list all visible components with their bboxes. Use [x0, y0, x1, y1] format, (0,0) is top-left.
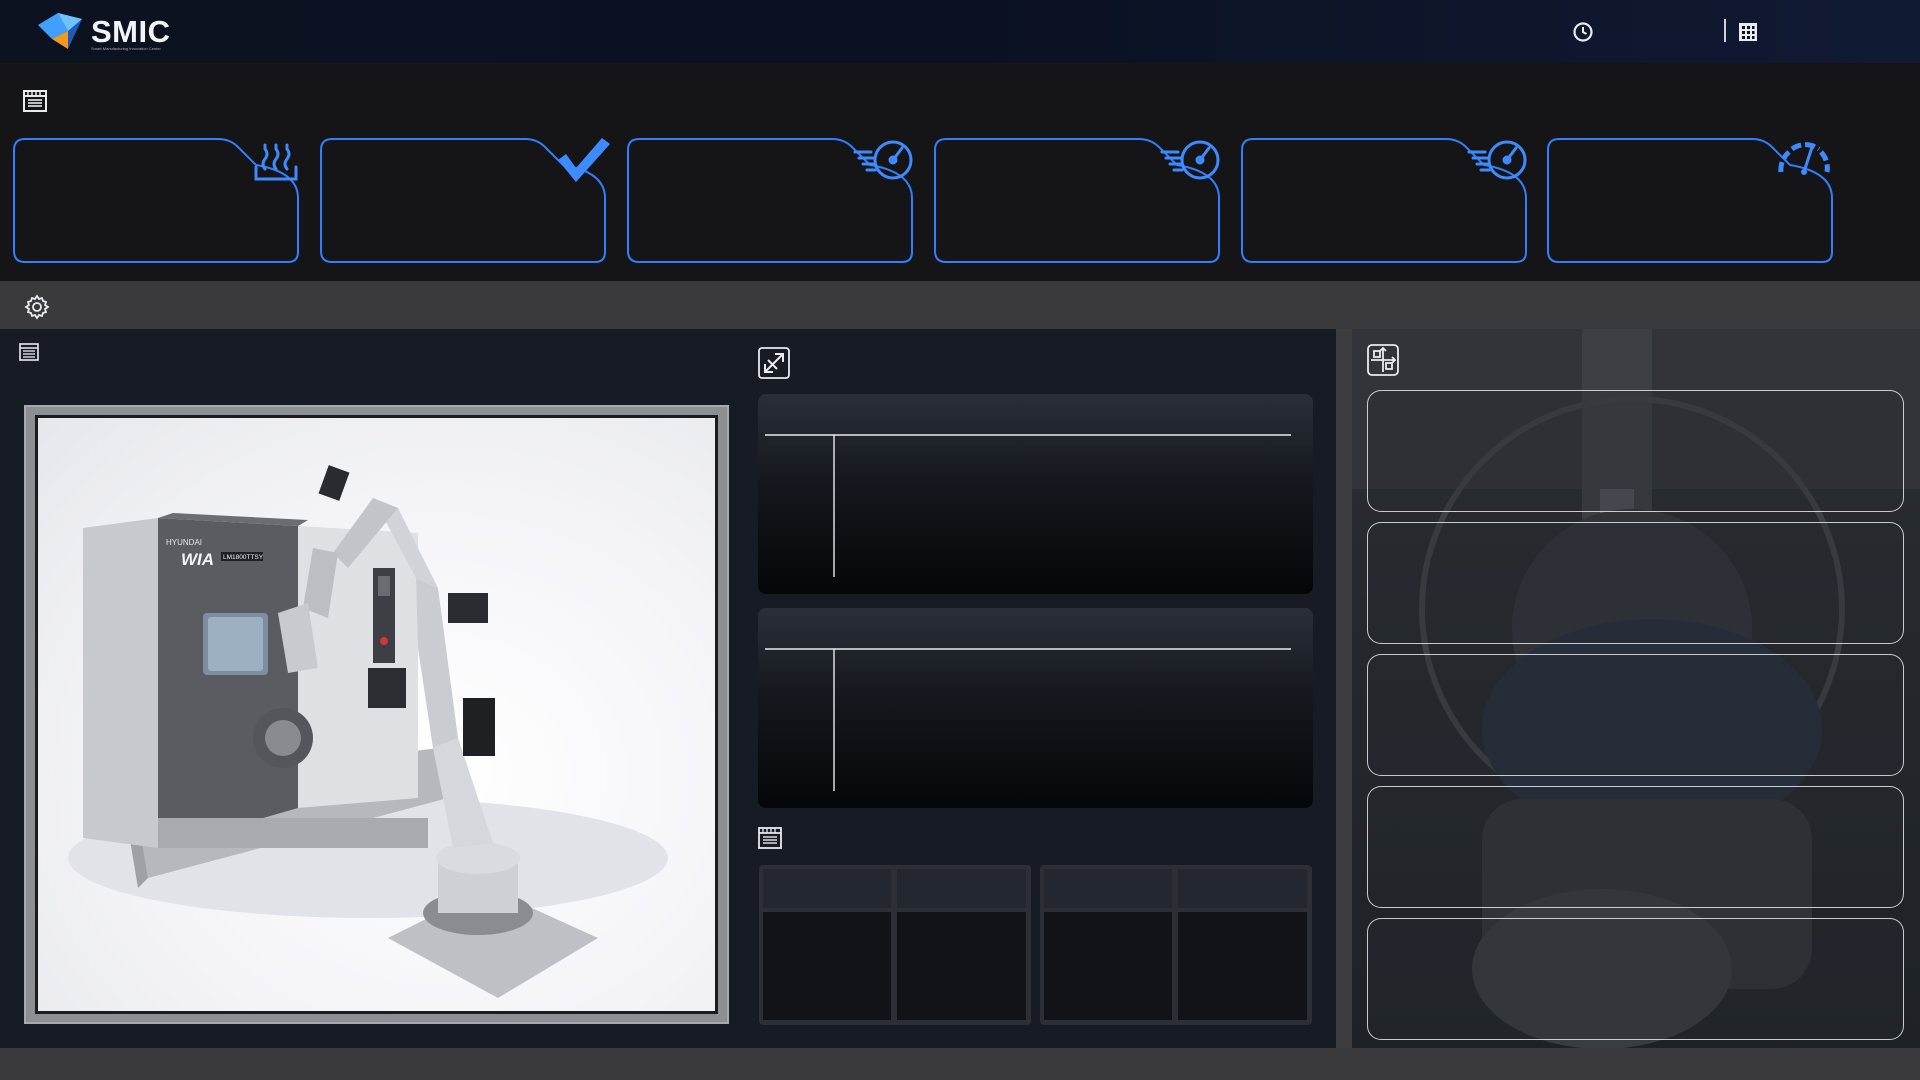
cabinet-logo: WIA [181, 550, 214, 569]
header-divider [1724, 19, 1726, 42]
table-cell [1178, 912, 1307, 1020]
table-cell [1044, 912, 1172, 1020]
chart-axes [765, 648, 1291, 791]
trend-chart-2 [758, 608, 1313, 808]
gear-icon[interactable] [24, 294, 50, 320]
table-cell [763, 912, 891, 1020]
kpi-card-speed-3[interactable] [1241, 138, 1527, 263]
kpi-card-check[interactable] [320, 138, 610, 263]
kpi-card-gauge[interactable] [1547, 138, 1833, 263]
list-icon [19, 343, 39, 361]
kpi-card-speed-1[interactable] [627, 138, 913, 263]
trend-chart-1 [758, 394, 1313, 594]
axis-status-box-1 [1367, 390, 1904, 512]
speed-dial-icon [853, 140, 913, 180]
list-icon [758, 827, 782, 849]
kpi-card-speed-2[interactable] [934, 138, 1220, 263]
bottom-bar [0, 1048, 1920, 1080]
axis-status-box-5 [1367, 918, 1904, 1040]
kpi-card-heat[interactable] [13, 138, 299, 263]
top-header-bar [0, 0, 1920, 63]
table-header-cell [1178, 869, 1307, 908]
table-header-cell [1044, 869, 1172, 908]
cnc-robot-illustration: HYUNDAI WIA LM1800TTSY [68, 465, 668, 998]
table-cell [897, 912, 1026, 1020]
axis-status-box-3 [1367, 654, 1904, 776]
building-icon[interactable] [1737, 21, 1759, 43]
gauge-icon [1778, 142, 1830, 175]
checkmark-icon [558, 138, 610, 182]
speed-dial-icon [1160, 140, 1220, 180]
speed-dial-icon [1467, 140, 1527, 180]
axis-crosshair-icon[interactable] [1367, 344, 1399, 376]
status-table-left [759, 865, 1031, 1025]
machine-photo: HYUNDAI WIA LM1800TTSY [35, 415, 718, 1014]
brand-tagline: Smart Manufacturing Innovation Center [91, 46, 161, 51]
section-divider-bar [0, 281, 1920, 329]
table-header-cell [897, 869, 1026, 908]
heat-icon [254, 143, 298, 181]
cabinet-model: LM1800TTSY [223, 554, 264, 561]
clock-icon[interactable] [1572, 21, 1594, 43]
list-icon [23, 90, 47, 112]
brand-name: SMIC [91, 14, 171, 49]
status-table-right [1040, 865, 1312, 1025]
axis-status-box-2 [1367, 522, 1904, 644]
cabinet-brand: HYUNDAI [166, 538, 202, 547]
chart-axes [765, 434, 1291, 577]
table-header-cell [763, 869, 891, 908]
axis-status-box-4 [1367, 786, 1904, 908]
chart-settings-icon[interactable] [758, 347, 790, 379]
